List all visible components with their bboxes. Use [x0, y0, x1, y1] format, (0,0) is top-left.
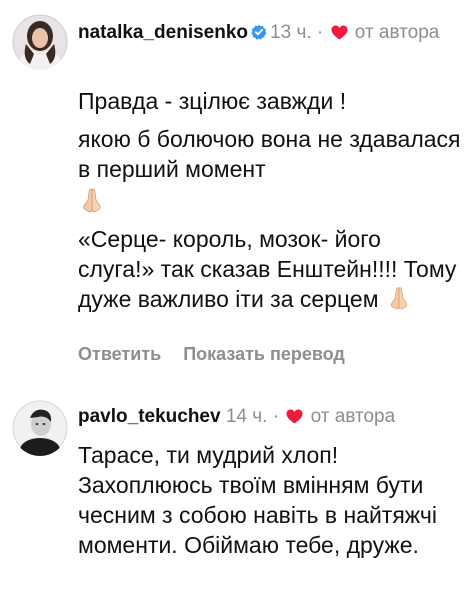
- liked-by-author-label: от автора: [310, 406, 396, 427]
- separator-dot: ·: [316, 22, 324, 43]
- comment-text-line: якою б болючою вона не здавалася в перши…: [78, 126, 461, 182]
- comment-meta: pavlo_tekuchev 14 ч. · от автора: [78, 404, 465, 432]
- avatar-photo-natalka: [12, 14, 68, 70]
- folded-hands-icon: [385, 285, 413, 318]
- comment-2: pavlo_tekuchev 14 ч. · от автора Тарасе,…: [0, 390, 473, 600]
- folded-hands-icon: [78, 184, 463, 218]
- show-translation-button[interactable]: Показать перевод: [183, 344, 345, 364]
- separator-dot: ·: [272, 406, 280, 427]
- avatar-photo-pavlo: [12, 400, 68, 456]
- comment-1: natalka_denisenko 13 ч. · от автора Правд…: [0, 0, 473, 380]
- verified-badge-icon: [251, 22, 267, 48]
- comment-text-line: «Серце- король, мозок- його слуга!» так …: [78, 224, 463, 318]
- comment-text-line: Правда - зцілює завжди !: [78, 88, 347, 114]
- comment-meta: natalka_denisenko 13 ч. · от автора: [78, 20, 465, 48]
- username[interactable]: natalka_denisenko: [78, 22, 248, 43]
- comment-body: Тарасе, ти мудрий хлоп! Захоплююсь твоїм…: [78, 440, 463, 560]
- username[interactable]: pavlo_tekuchev: [78, 406, 221, 427]
- avatar[interactable]: [12, 400, 68, 456]
- heart-icon: [286, 406, 303, 432]
- reply-button[interactable]: Ответить: [78, 344, 161, 364]
- comment-time: 13 ч.: [270, 22, 312, 43]
- avatar[interactable]: [12, 14, 68, 70]
- comment-text-line: Тарасе, ти мудрий хлоп! Захоплююсь твоїм…: [78, 442, 438, 558]
- liked-by-author-label: от автора: [354, 22, 440, 43]
- heart-icon: [331, 22, 348, 48]
- comment-time: 14 ч.: [225, 406, 268, 427]
- comment-actions: Ответить Показать перевод: [78, 342, 345, 366]
- comment-body: Правда - зцілює завжди ! якою б болючою …: [78, 86, 463, 318]
